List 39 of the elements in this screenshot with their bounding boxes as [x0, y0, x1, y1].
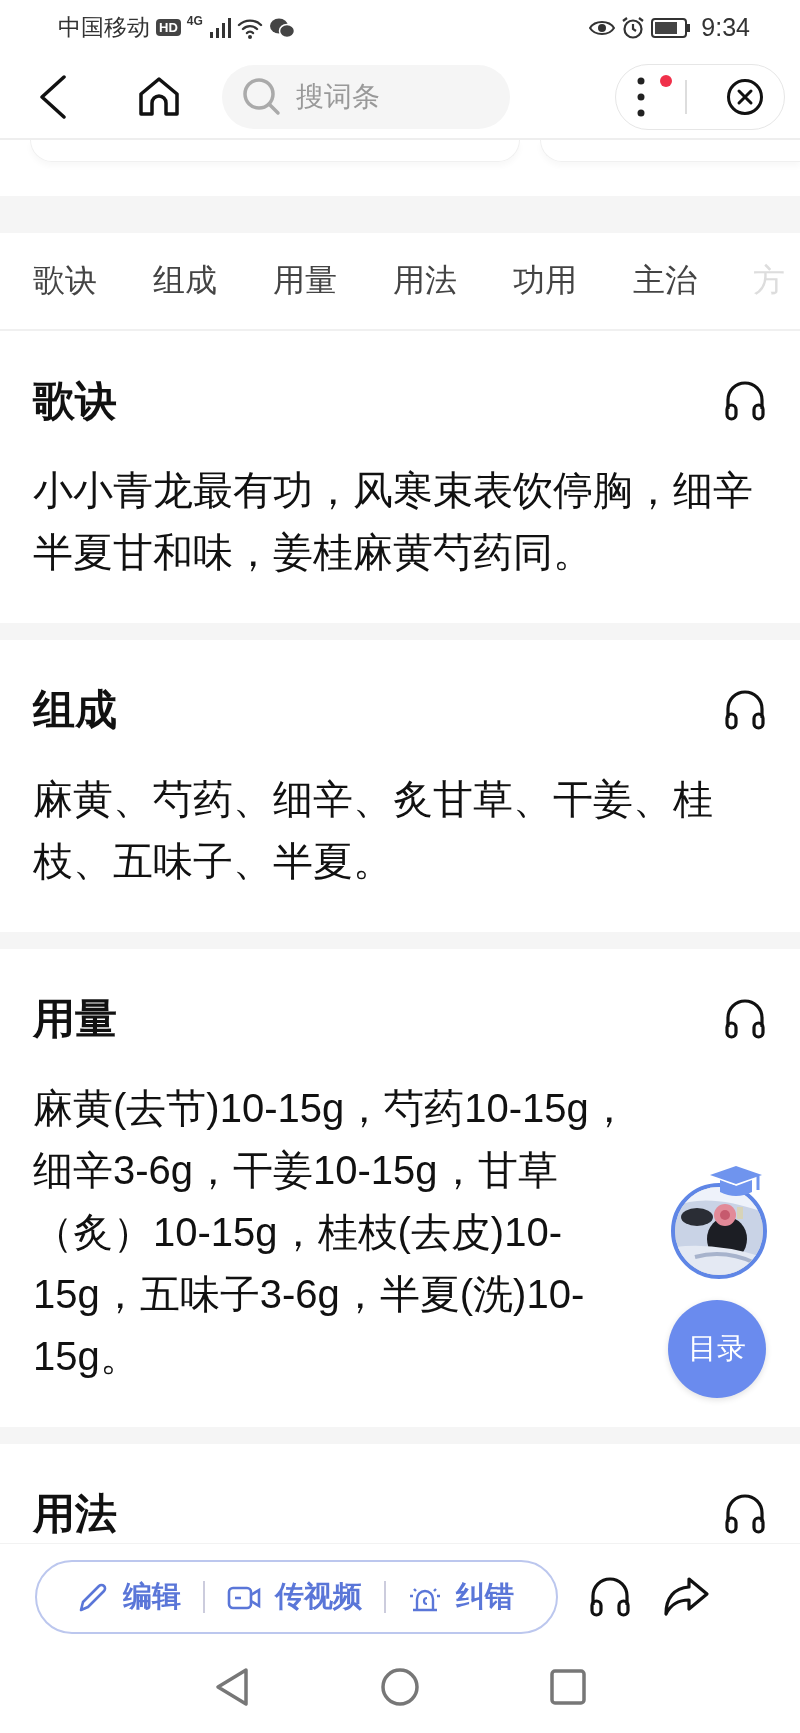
search-field[interactable]: 搜词条 [222, 64, 510, 129]
headphones-icon[interactable] [588, 1575, 632, 1619]
section-text: 小小青龙最有功，风寒束表饮停胸，细辛半夏甘和味，姜桂麻黄芍药同。 [33, 467, 754, 576]
clock-time: 9:34 [701, 13, 750, 42]
section-tab[interactable]: 用量 [273, 259, 337, 303]
alarm-clock-icon [621, 15, 646, 40]
section-heading: 组成 [33, 685, 117, 735]
section-tab[interactable]: 主治 [633, 259, 697, 303]
share-icon[interactable] [662, 1576, 710, 1618]
section-heading: 用法 [33, 1489, 117, 1539]
section-heading: 用量 [33, 994, 117, 1044]
signal-icon [208, 17, 231, 38]
carrier-name: 中国移动 [58, 13, 150, 42]
section-tab[interactable]: 用法 [393, 259, 457, 303]
video-camera-button[interactable]: 传视频 [219, 1577, 370, 1617]
more-icon[interactable] [635, 75, 646, 118]
headphones-icon[interactable] [723, 1492, 767, 1536]
section-tab[interactable]: 组成 [153, 259, 217, 303]
home-icon[interactable] [138, 76, 180, 117]
close-icon[interactable] [726, 77, 765, 116]
recent-apps-icon[interactable] [550, 1668, 586, 1705]
wifi-icon [236, 16, 263, 39]
section-text: 麻黄(去节)10-15g，芍药10-15g，细辛3-6g，干姜10-15g，甘草（炙）10-15g，桂枝(去皮)10-15g，五味子3-6g，半夏(洗)10-15g。 [33, 1085, 630, 1380]
section-tab[interactable]: 功用 [513, 259, 577, 303]
search-icon [242, 76, 282, 117]
back-icon[interactable] [38, 74, 68, 119]
network-type: 4G [186, 14, 203, 28]
section-tab[interactable]: 歌诀 [33, 259, 97, 303]
chat-icon [268, 16, 295, 39]
headphones-icon[interactable] [723, 379, 767, 423]
headphones-icon[interactable] [723, 997, 767, 1041]
hd-badge: HD [156, 19, 181, 36]
siren-button[interactable]: 纠错 [400, 1577, 522, 1617]
pencil-button[interactable]: 编辑 [67, 1577, 189, 1617]
headphones-icon[interactable] [723, 688, 767, 732]
eye-icon [589, 18, 616, 37]
section-text: 麻黄、芍药、细辛、炙甘草、干姜、桂枝、五味子、半夏。 [33, 776, 714, 885]
section-heading: 歌诀 [33, 376, 117, 426]
battery-icon [651, 17, 692, 38]
